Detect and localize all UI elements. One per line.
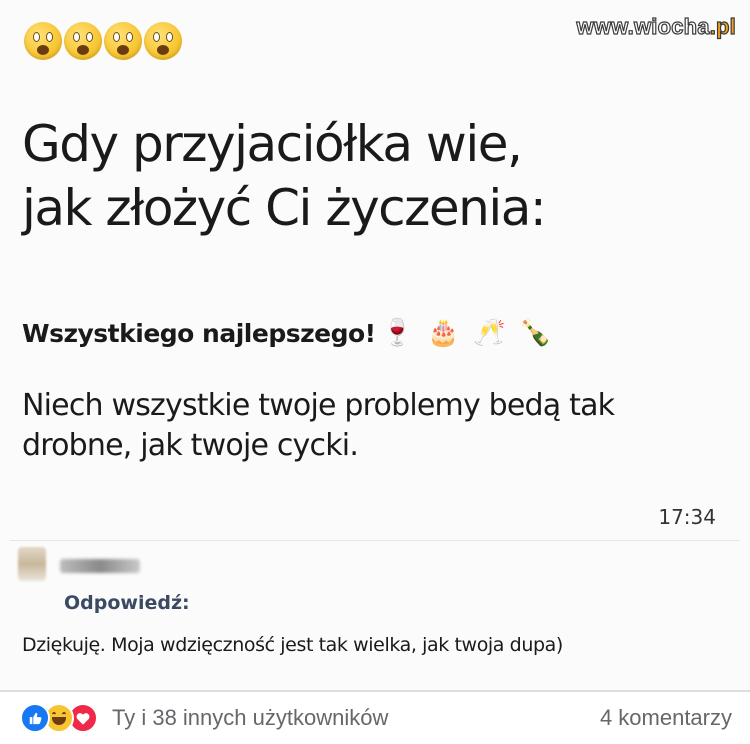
watermark: www.wiocha.pl <box>576 13 736 40</box>
wine-glass-icon: 🍷 <box>381 318 414 348</box>
watermark-main: www.wiocha <box>576 13 710 39</box>
wish-title: Wszystkiego najlepszego! <box>22 318 376 348</box>
astonished-face-icon <box>104 22 142 60</box>
reply-text: Dziękuję. Moja wdzięczność jest tak wiel… <box>22 634 563 656</box>
headline-line-1: Gdy przyjaciółka wie, <box>22 115 523 173</box>
champagne-bottle-icon: 🍾 <box>519 318 552 348</box>
divider <box>10 540 740 541</box>
clinking-glasses-icon: 🥂 <box>473 318 506 348</box>
message-time: 17:34 <box>658 505 716 529</box>
emoji-row <box>24 22 182 60</box>
wish-emojis: 🍷 🎂 🥂 🍾 <box>380 318 554 348</box>
headline: Gdy przyjaciółka wie, jak złożyć Ci życz… <box>22 112 547 240</box>
blurred-username <box>60 559 140 573</box>
like-icon <box>20 703 50 733</box>
birthday-cake-icon: 🎂 <box>427 318 460 348</box>
astonished-face-icon <box>24 22 62 60</box>
reply-label: Odpowiedź: <box>64 592 190 614</box>
comments-count[interactable]: 4 komentarzy <box>600 705 732 731</box>
reactions-summary[interactable] <box>20 703 98 733</box>
avatar <box>18 547 46 581</box>
reactions-text[interactable]: Ty i 38 innych użytkowników <box>112 705 388 731</box>
wish-line: Wszystkiego najlepszego! 🍷 🎂 🥂 🍾 <box>22 318 554 348</box>
headline-line-2: jak złożyć Ci życzenia: <box>22 179 547 237</box>
post-footer: Ty i 38 innych użytkowników 4 komentarzy <box>0 692 750 744</box>
watermark-accent: .pl <box>709 13 736 39</box>
astonished-face-icon <box>64 22 102 60</box>
message-text: Niech wszystkie twoje problemy bedą tak … <box>22 388 615 463</box>
post-image[interactable]: www.wiocha.pl Gdy przyjaciółka wie, jak … <box>0 0 750 690</box>
astonished-face-icon <box>144 22 182 60</box>
